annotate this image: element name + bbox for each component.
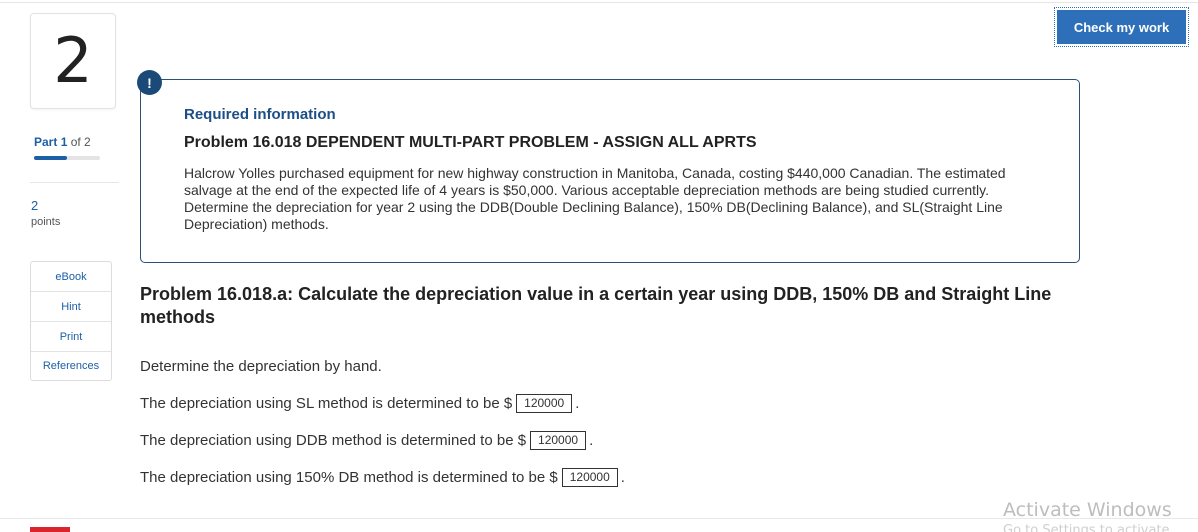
bottom-divider xyxy=(0,518,1198,519)
answer-prefix-150db: The depreciation using 150% DB method is… xyxy=(140,469,558,486)
part-current: 1 xyxy=(60,135,68,149)
rail-divider xyxy=(30,182,119,183)
answer-prefix-ddb: The depreciation using DDB method is det… xyxy=(140,432,527,449)
tools-panel: eBook Hint Print References xyxy=(30,261,112,381)
question-number: 2 xyxy=(53,24,93,97)
answer-suffix-ddb: . xyxy=(589,432,594,449)
top-divider xyxy=(0,2,1198,3)
points-value: 2 xyxy=(31,198,39,213)
part-indicator: Part 1 of 2 xyxy=(34,135,91,149)
answer-input-150db[interactable]: 120000 xyxy=(561,468,618,487)
question-number-card: 2 xyxy=(30,13,116,109)
alert-icon: ! xyxy=(137,70,162,95)
bottom-red-tab xyxy=(30,527,70,532)
required-information-box: Required information Problem 16.018 DEPE… xyxy=(140,79,1080,263)
answer-input-ddb[interactable]: 120000 xyxy=(530,431,587,450)
answer-prefix-sl: The depreciation using SL method is dete… xyxy=(140,395,513,412)
instruction-text: Determine the depreciation by hand. xyxy=(140,358,382,375)
answer-input-sl[interactable]: 120000 xyxy=(516,394,573,413)
required-information-heading: Required information xyxy=(184,106,336,123)
print-button[interactable]: Print xyxy=(31,322,111,352)
part-progress-bar xyxy=(34,156,100,160)
answer-row-150db: The depreciation using 150% DB method is… xyxy=(140,468,625,487)
instruction-label: Determine the depreciation by hand. xyxy=(140,358,382,375)
ebook-button[interactable]: eBook xyxy=(31,262,111,292)
part-progress-fill xyxy=(34,156,67,160)
answer-row-ddb: The depreciation using DDB method is det… xyxy=(140,431,593,450)
activate-windows-subtitle: Go to Settings to activate Windows. xyxy=(1003,523,1170,532)
check-my-work-button[interactable]: Check my work xyxy=(1054,7,1189,47)
problem-description: Halcrow Yolles purchased equipment for n… xyxy=(184,165,1006,232)
answer-row-sl: The depreciation using SL method is dete… xyxy=(140,394,579,413)
part-label: Part xyxy=(34,135,58,149)
part-title: Problem 16.018.a: Calculate the deprecia… xyxy=(140,284,1052,327)
problem-title: Problem 16.018 DEPENDENT MULTI-PART PROB… xyxy=(184,134,757,151)
hint-button[interactable]: Hint xyxy=(31,292,111,322)
part-of-total: of 2 xyxy=(70,135,91,149)
points-label: points xyxy=(31,216,61,228)
references-button[interactable]: References xyxy=(31,352,111,380)
answer-suffix-150db: . xyxy=(620,469,625,486)
answer-suffix-sl: . xyxy=(575,395,580,412)
